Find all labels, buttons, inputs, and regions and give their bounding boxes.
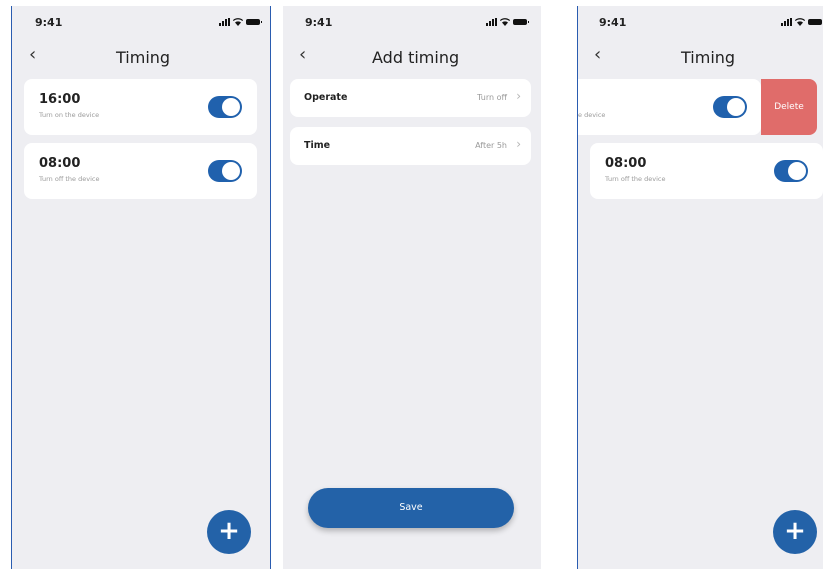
timer-card[interactable]: 16:00 Turn on the device <box>24 79 257 135</box>
add-timing-screen: 9:41 ‹ Add timing Operate Turn off › Tim… <box>283 6 541 569</box>
delete-button[interactable]: Delete <box>761 79 817 135</box>
timer-description: Turn on the device <box>39 111 100 119</box>
status-icons <box>781 17 822 27</box>
signal-icon <box>486 18 497 26</box>
signal-icon <box>781 18 792 26</box>
page-title: Add timing <box>372 48 460 67</box>
operate-row[interactable]: Operate Turn off › <box>290 79 531 117</box>
wifi-icon <box>500 18 510 26</box>
timing-list-screen: 9:41 ‹ Timing 16:00 Turn on the device 0… <box>11 6 271 569</box>
timer-toggle[interactable] <box>774 160 808 182</box>
time-label: Time <box>304 140 331 151</box>
timer-toggle[interactable] <box>208 96 242 118</box>
timing-swipe-screen: 9:41 ‹ Timing e device Delete 08:00 Turn… <box>577 6 823 569</box>
timer-card[interactable]: 08:00 Turn off the device <box>24 143 257 199</box>
status-icons <box>486 17 529 27</box>
time-row[interactable]: Time After 5h › <box>290 127 531 165</box>
battery-icon <box>513 19 529 25</box>
add-timer-button[interactable]: + <box>207 510 251 554</box>
add-timer-button[interactable]: + <box>773 510 817 554</box>
status-icons <box>219 17 262 27</box>
toggle-knob <box>222 98 240 116</box>
swiped-timer-card[interactable]: e device <box>578 79 761 135</box>
operate-value: Turn off <box>477 93 507 102</box>
wifi-icon <box>795 18 805 26</box>
save-button[interactable]: Save <box>308 488 514 528</box>
page-title: Timing <box>681 48 736 67</box>
timer-description: Turn off the device <box>39 175 100 183</box>
battery-icon <box>808 19 822 25</box>
battery-icon <box>246 19 262 25</box>
toggle-knob <box>222 162 240 180</box>
timer-toggle[interactable] <box>208 160 242 182</box>
wifi-icon <box>233 18 243 26</box>
operate-label: Operate <box>304 92 348 103</box>
back-chevron-left-icon[interactable]: ‹ <box>29 46 36 64</box>
signal-icon <box>219 18 230 26</box>
back-chevron-left-icon[interactable]: ‹ <box>299 46 306 64</box>
toggle-knob <box>727 98 745 116</box>
timer-time: 16:00 <box>39 92 81 107</box>
timer-description: Turn off the device <box>605 175 666 183</box>
timer-description: e device <box>578 111 606 119</box>
status-time: 9:41 <box>599 16 627 29</box>
timer-time: 08:00 <box>605 156 647 171</box>
timer-card[interactable]: 08:00 Turn off the device <box>590 143 823 199</box>
timer-time: 08:00 <box>39 156 81 171</box>
back-chevron-left-icon[interactable]: ‹ <box>594 46 601 64</box>
time-value: After 5h <box>475 141 507 150</box>
chevron-right-icon: › <box>516 89 521 103</box>
timer-toggle[interactable] <box>713 96 747 118</box>
status-time: 9:41 <box>305 16 333 29</box>
page-title: Timing <box>116 48 171 67</box>
toggle-knob <box>788 162 806 180</box>
status-time: 9:41 <box>35 16 63 29</box>
chevron-right-icon: › <box>516 137 521 151</box>
